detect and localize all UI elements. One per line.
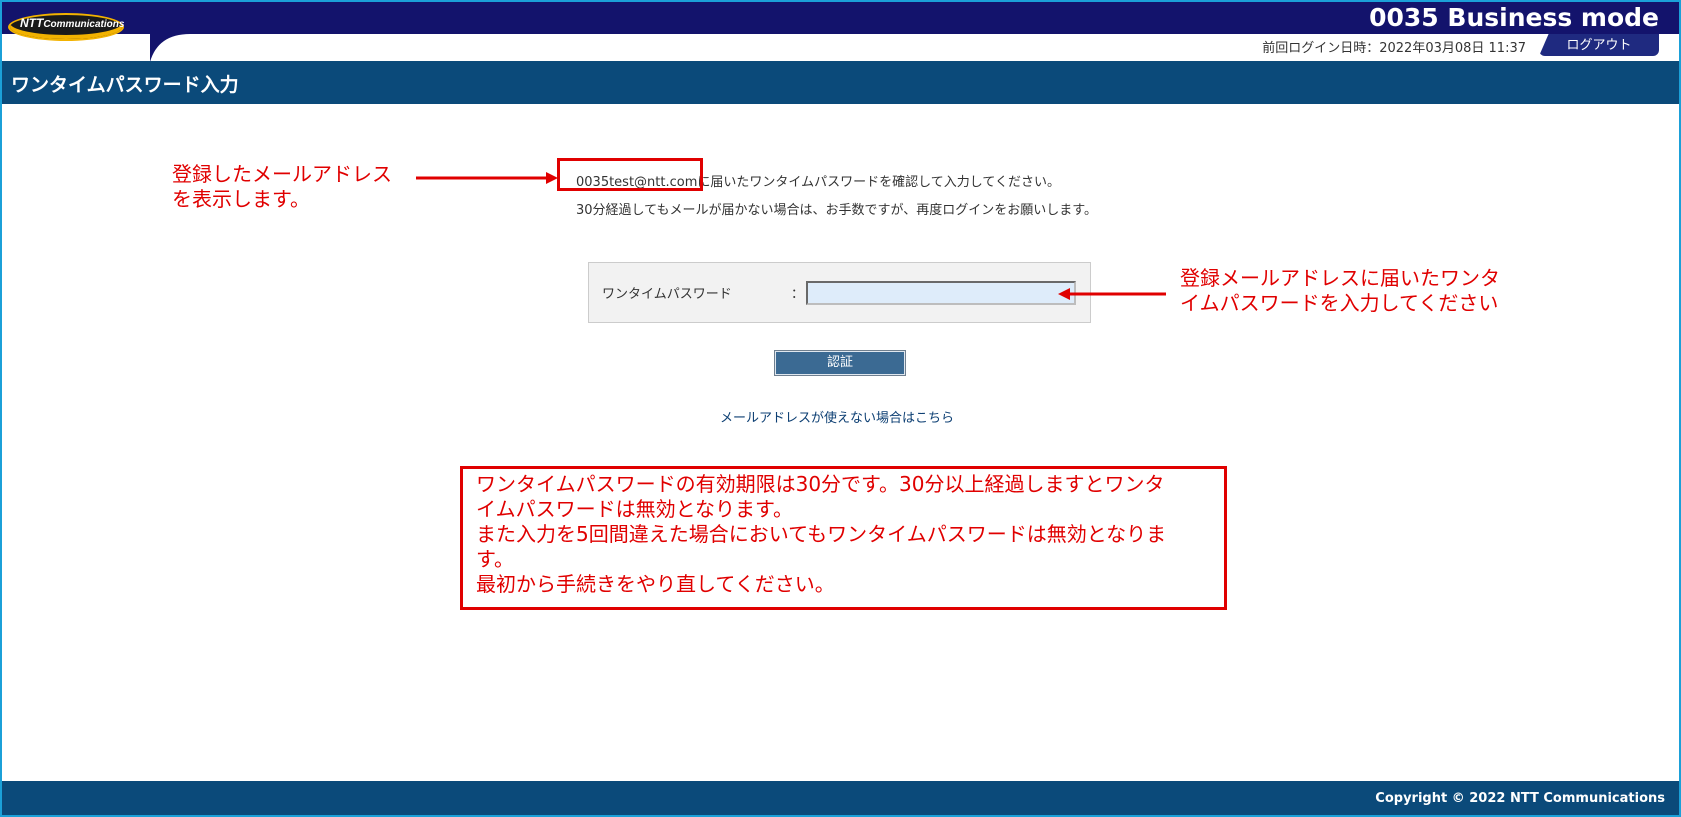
annotation-otp-line-2: イムパスワードを入力してください: [1180, 291, 1499, 315]
instruction-line-1-text: に届いたワンタイムパスワードを確認して入力してください。: [697, 175, 1060, 190]
annotation-arrow-right-icon: [416, 172, 558, 184]
otp-input[interactable]: [806, 281, 1076, 305]
logo-ntt-text: NTT: [20, 16, 44, 30]
copyright-text: Copyright © 2022 NTT Communications: [1375, 791, 1665, 806]
logo-communications-text: Communications: [43, 19, 125, 30]
authenticate-button[interactable]: 認証: [774, 350, 906, 376]
annotation-otp-line-1: 登録メールアドレスに届いたワンタ: [1180, 266, 1500, 290]
brand-title: 0035 Business mode: [1369, 3, 1659, 32]
validity-note-line-5: 最初から手続きをやり直してください。: [476, 572, 835, 596]
otp-label: ワンタイムパスワード: [602, 287, 732, 302]
validity-note-line-3: また入力を5回間違えた場合においてもワンタイムパスワードは無効となりま: [476, 522, 1167, 546]
otp-label-colon: ：: [791, 287, 805, 302]
page-title: ワンタイムパスワード入力: [11, 74, 239, 96]
validity-note: ワンタイムパスワードの有効期限は30分です。30分以上経過しますとワンタ イムパ…: [476, 472, 1216, 597]
footer-bar: Copyright © 2022 NTT Communications: [2, 781, 1679, 815]
email-unavailable-link[interactable]: メールアドレスが使えない場合はこちら: [720, 407, 954, 426]
annotation-arrow-left-icon: [1058, 288, 1166, 300]
annotation-email: 登録したメールアドレス を表示します。: [172, 162, 392, 212]
logout-button[interactable]: ログアウト: [1539, 34, 1659, 56]
validity-note-line-2: イムパスワードは無効となります。: [476, 497, 793, 521]
last-login-info: 前回ログイン日時：2022年03月08日 11:37: [1262, 41, 1526, 56]
annotation-otp: 登録メールアドレスに届いたワンタ イムパスワードを入力してください: [1180, 266, 1500, 316]
ntt-logo-text: NTTCommunications: [20, 16, 124, 30]
page-title-bar: ワンタイムパスワード入力: [2, 61, 1679, 104]
annotation-email-line-2: を表示します。: [172, 187, 310, 211]
annotation-email-line-1: 登録したメールアドレス: [172, 162, 392, 186]
instruction-line-2: 30分経過してもメールが届かない場合は、お手数ですが、再度ログインをお願いします…: [576, 203, 1097, 218]
validity-note-line-4: す。: [476, 547, 514, 571]
validity-note-line-1: ワンタイムパスワードの有効期限は30分です。30分以上経過しますとワンタ: [476, 472, 1165, 496]
email-highlight-box: [557, 158, 703, 191]
